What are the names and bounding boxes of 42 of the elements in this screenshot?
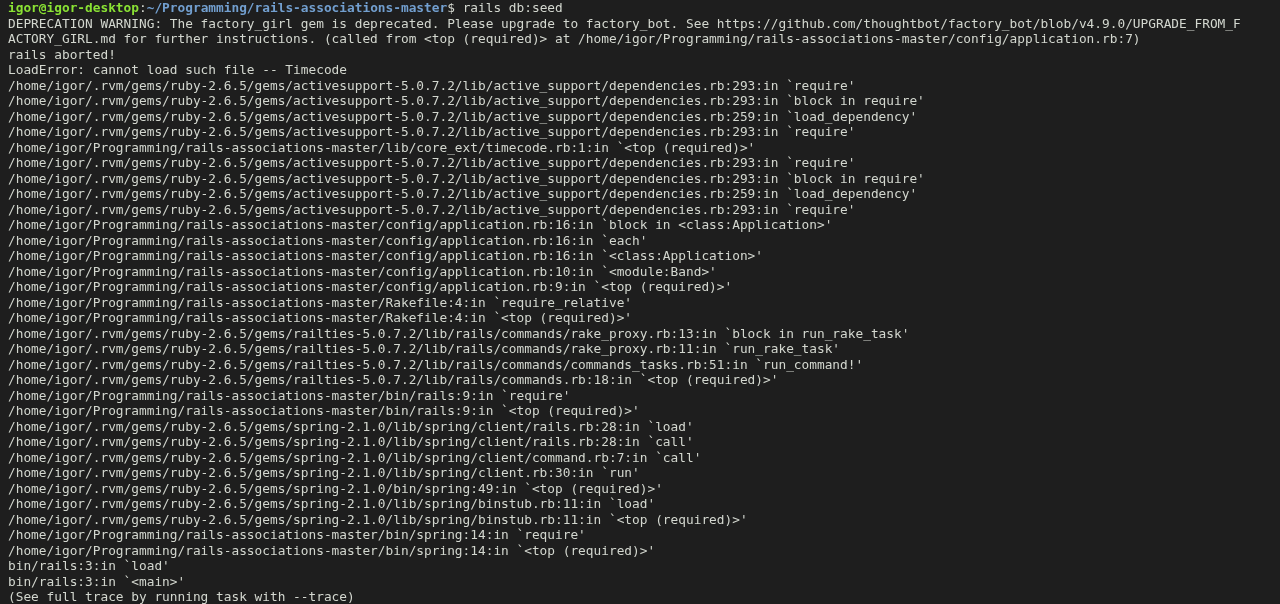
output-line: /home/igor/Programming/rails-associations-master/Rakefile:4:in `require_relative' bbox=[8, 294, 633, 310]
output-line: /home/igor/.rvm/gems/ruby-2.6.5/gems/spring-2.1.0/bin/spring:49:in `<top (required)>' bbox=[8, 480, 663, 496]
output-line: bin/rails:3:in `load' bbox=[8, 558, 170, 573]
output-line: /home/igor/Programming/rails-associations-master/bin/rails:9:in `<top (required)>' bbox=[8, 403, 640, 418]
prompt-separator: : bbox=[139, 0, 147, 15]
output-line: /home/igor/.rvm/gems/ruby-2.6.5/gems/spring-2.1.0/lib/spring/client.rb:30:in `run' bbox=[8, 465, 640, 480]
output-line: /home/igor/Programming/rails-associations-master/bin/rails:9:in `require' bbox=[8, 387, 571, 403]
output-line: /home/igor/.rvm/gems/ruby-2.6.5/gems/activesupport-5.0.7.2/lib/active_support/dependencies.rb:293:in `require' bbox=[8, 155, 856, 170]
output-line: /home/igor/.rvm/gems/ruby-2.6.5/gems/activesupport-5.0.7.2/lib/active_support/dependencies.rb:293:in `require' bbox=[8, 201, 856, 217]
output-line: /home/igor/.rvm/gems/ruby-2.6.5/gems/spring-2.1.0/lib/spring/binstub.rb:11:in `load' bbox=[8, 496, 656, 511]
output-line: /home/igor/.rvm/gems/ruby-2.6.5/gems/activesupport-5.0.7.2/lib/active_support/dependencies.rb:293:in `require' bbox=[8, 124, 856, 139]
output-line: bin/rails:3:in `<main>' bbox=[8, 573, 186, 589]
output-line: /home/igor/.rvm/gems/ruby-2.6.5/gems/railties-5.0.7.2/lib/rails/commands.rb:18:in `<top (required)>' bbox=[8, 372, 779, 387]
output-line: /home/igor/.rvm/gems/ruby-2.6.5/gems/railties-5.0.7.2/lib/rails/commands/commands_tasks.rb:51:in `run_command!' bbox=[8, 356, 864, 372]
output-line: /home/igor/.rvm/gems/ruby-2.6.5/gems/activesupport-5.0.7.2/lib/active_support/dependencies.rb:293:in `require' bbox=[8, 77, 856, 93]
output-line: /home/igor/Programming/rails-associations-master/config/application.rb:16:in `<class:Application>' bbox=[8, 248, 764, 263]
output-line: /home/igor/Programming/rails-associations-master/config/application.rb:9:in `<top (required)>' bbox=[8, 279, 733, 294]
output-line: /home/igor/Programming/rails-associations-master/config/application.rb:10:in `<module:Band>' bbox=[8, 263, 717, 279]
output-line: /home/igor/.rvm/gems/ruby-2.6.5/gems/spring-2.1.0/lib/spring/binstub.rb:11:in `<top (required)>' bbox=[8, 511, 748, 527]
output-line: (See full trace by running task with --trace) bbox=[8, 589, 355, 604]
prompt-symbol: $ bbox=[447, 0, 455, 15]
output-line: /home/igor/.rvm/gems/ruby-2.6.5/gems/spring-2.1.0/lib/spring/client/command.rb:7:in `call' bbox=[8, 449, 702, 465]
output-line: DEPRECATION WARNING: The factory_girl gem is deprecated. Please upgrade to factory_bot. See https://github.com/thoughtbot/factory_bot/blob/v4.9.0/UPGRADE_FROM_FACTORY_GIRL.md for further instructions. (called from <top (required)> at /home/igor/Programming/rails-associations-master/config/application.rb:7) bbox=[8, 15, 1241, 46]
output-line: /home/igor/.rvm/gems/ruby-2.6.5/gems/railties-5.0.7.2/lib/rails/commands/rake_proxy.rb:11:in `run_rake_task' bbox=[8, 341, 841, 356]
output-line: /home/igor/.rvm/gems/ruby-2.6.5/gems/spring-2.1.0/lib/spring/client/rails.rb:28:in `load' bbox=[8, 418, 694, 434]
output-line: /home/igor/Programming/rails-associations-master/bin/spring:14:in `require' bbox=[8, 527, 586, 542]
output-line: /home/igor/.rvm/gems/ruby-2.6.5/gems/activesupport-5.0.7.2/lib/active_support/dependencies.rb:259:in `load_dependency' bbox=[8, 108, 918, 124]
output-line: /home/igor/.rvm/gems/ruby-2.6.5/gems/spring-2.1.0/lib/spring/client/rails.rb:28:in `call' bbox=[8, 434, 694, 449]
output-line: LoadError: cannot load such file -- Timecode bbox=[8, 62, 347, 77]
output-line: /home/igor/Programming/rails-associations-master/config/application.rb:16:in `block in <class:Application>' bbox=[8, 217, 833, 232]
output-line: /home/igor/Programming/rails-associations-master/Rakefile:4:in `<top (required)>' bbox=[8, 310, 633, 325]
command-text: rails db:seed bbox=[462, 0, 563, 15]
output-line: /home/igor/.rvm/gems/ruby-2.6.5/gems/activesupport-5.0.7.2/lib/active_support/dependencies.rb:293:in `block in require' bbox=[8, 93, 925, 108]
prompt-path: ~/Programming/rails-associations-master bbox=[146, 0, 448, 15]
output-line: /home/igor/Programming/rails-associations-master/config/application.rb:16:in `each' bbox=[8, 232, 648, 248]
output-line: rails aborted! bbox=[8, 46, 116, 62]
output-line: /home/igor/Programming/rails-associations-master/bin/spring:14:in `<top (required)>' bbox=[8, 542, 656, 558]
output-line: /home/igor/.rvm/gems/ruby-2.6.5/gems/activesupport-5.0.7.2/lib/active_support/dependencies.rb:259:in `load_dependency' bbox=[8, 186, 918, 201]
prompt-user-host: igor@igor-desktop bbox=[8, 0, 139, 15]
output-line: /home/igor/.rvm/gems/ruby-2.6.5/gems/railties-5.0.7.2/lib/rails/commands/rake_proxy.rb:13:in `block in run_rake_task' bbox=[8, 325, 910, 341]
output-line: /home/igor/Programming/rails-associations-master/lib/core_ext/timecode.rb:1:in `<top (required)>' bbox=[8, 139, 756, 155]
output-line: /home/igor/.rvm/gems/ruby-2.6.5/gems/activesupport-5.0.7.2/lib/active_support/dependencies.rb:293:in `block in require' bbox=[8, 170, 925, 186]
